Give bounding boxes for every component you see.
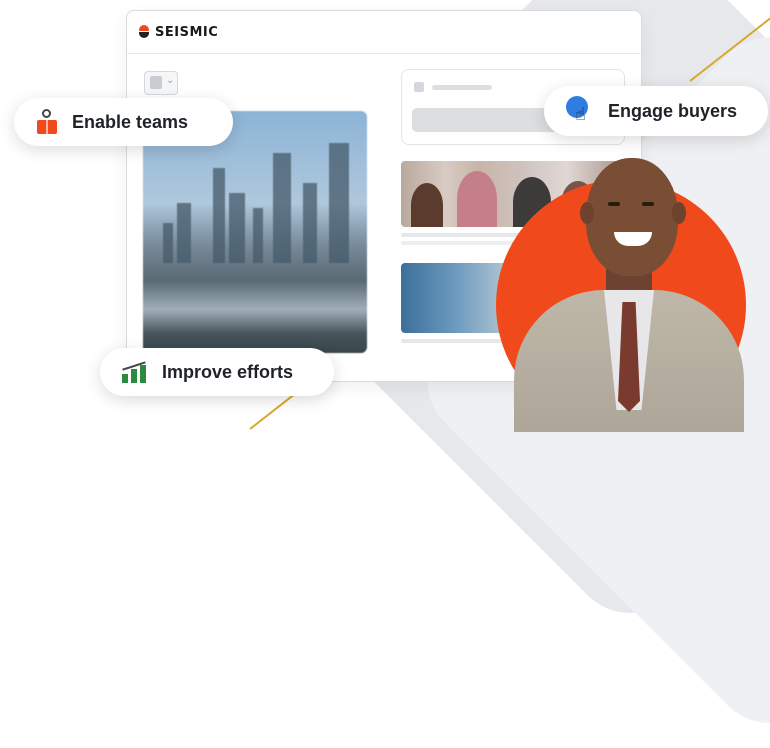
- ear: [672, 202, 686, 224]
- smiling-man-portrait: [496, 150, 756, 432]
- person-book-icon: [36, 109, 58, 135]
- engage-buyers-pill[interactable]: ☝ Engage buyers: [544, 86, 768, 136]
- checkbox-placeholder: [414, 82, 424, 92]
- pointer-hand-icon: ☝: [566, 96, 594, 126]
- improve-efforts-pill[interactable]: Improve efforts: [100, 348, 334, 396]
- window-header: SEISMIC: [127, 11, 641, 54]
- face: [586, 158, 678, 276]
- bar-chart-trend-icon: [122, 361, 148, 383]
- ear: [580, 202, 594, 224]
- decorative-gold-line: [249, 391, 298, 430]
- view-toggle-dropdown[interactable]: ⌄: [144, 71, 178, 95]
- improve-efforts-label: Improve efforts: [162, 361, 294, 382]
- enable-teams-label: Enable teams: [72, 111, 189, 132]
- layout-icon: [150, 76, 162, 89]
- city-skyline-image[interactable]: [143, 111, 367, 353]
- enable-teams-pill[interactable]: Enable teams: [14, 98, 233, 146]
- chevron-down-icon: ⌄: [166, 75, 175, 86]
- smile: [614, 232, 652, 246]
- engage-buyers-label: Engage buyers: [608, 100, 738, 121]
- text-placeholder: [432, 85, 492, 90]
- seismic-logo-icon: [139, 25, 149, 39]
- brand-name: SEISMIC: [155, 24, 219, 40]
